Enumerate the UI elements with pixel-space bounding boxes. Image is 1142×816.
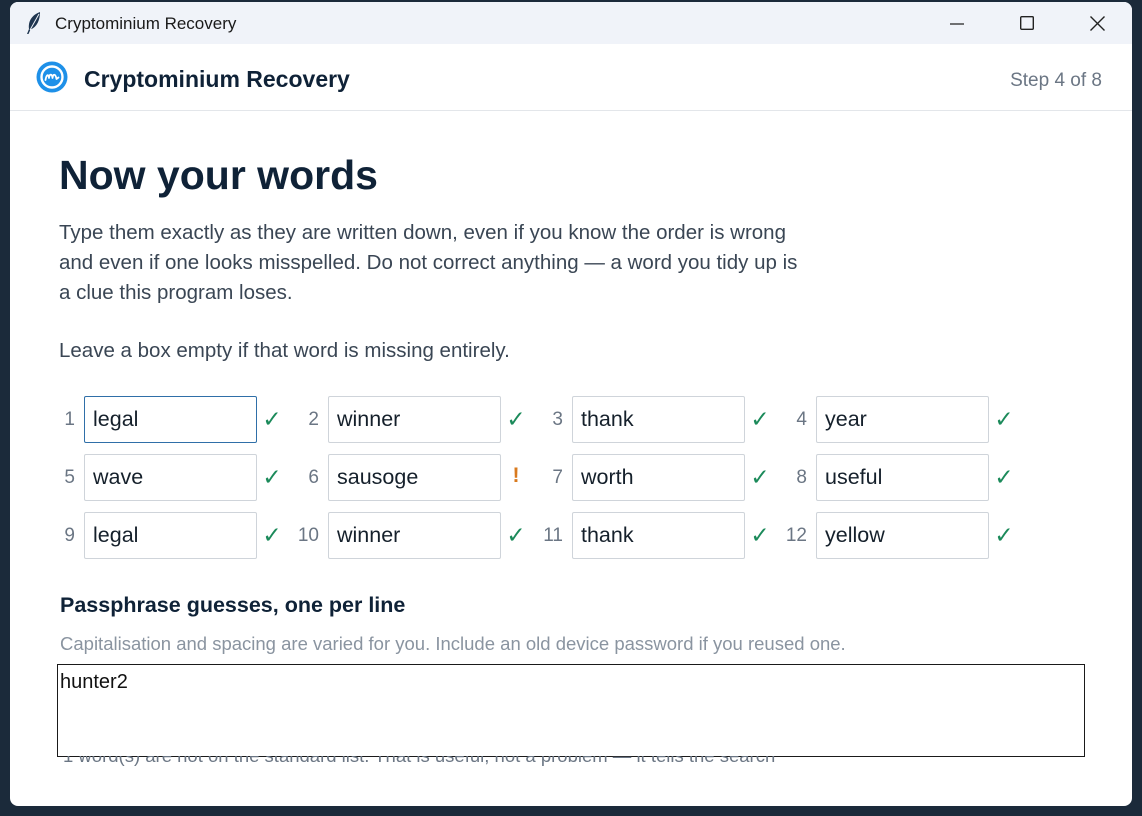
- minimize-button[interactable]: [922, 2, 992, 44]
- word-number: 2: [308, 409, 319, 430]
- word-input-6[interactable]: [328, 454, 501, 501]
- valid-check-icon: ✓: [262, 406, 282, 432]
- instructions-text: Type them exactly as they are written do…: [59, 221, 798, 304]
- word-number: 4: [796, 409, 807, 430]
- valid-check-icon: ✓: [994, 522, 1014, 548]
- page-title: Now your words: [59, 152, 378, 198]
- passphrase-help-text: Capitalisation and spacing are varied fo…: [60, 633, 846, 654]
- step-indicator: Step 4 of 8: [1010, 70, 1102, 91]
- word-input-4[interactable]: [816, 396, 989, 443]
- word-number: 9: [64, 525, 75, 546]
- valid-check-icon: ✓: [506, 522, 526, 548]
- warning-icon: !: [512, 464, 520, 487]
- valid-check-icon: ✓: [994, 464, 1014, 490]
- word-input-5[interactable]: [84, 454, 257, 501]
- word-number: 6: [308, 467, 319, 488]
- app-window: Cryptominium Recovery Cryptominium Recov…: [10, 2, 1132, 806]
- title-bar: Cryptominium Recovery: [10, 2, 1132, 44]
- word-input-7[interactable]: [572, 454, 745, 501]
- unlisted-words-note: 1 word(s) are not on the standard list. …: [63, 756, 775, 767]
- empty-box-note: Leave a box empty if that word is missin…: [59, 339, 510, 362]
- valid-check-icon: ✓: [506, 406, 526, 432]
- valid-check-icon: ✓: [262, 522, 282, 548]
- valid-check-icon: ✓: [262, 464, 282, 490]
- word-number: 8: [796, 467, 807, 488]
- word-input-12[interactable]: [816, 512, 989, 559]
- word-input-2[interactable]: [328, 396, 501, 443]
- valid-check-icon: ✓: [994, 406, 1014, 432]
- valid-check-icon: ✓: [750, 464, 770, 490]
- word-number: 12: [785, 525, 807, 546]
- word-number: 10: [297, 525, 319, 546]
- valid-check-icon: ✓: [750, 406, 770, 432]
- word-number: 3: [552, 409, 563, 430]
- maximize-button[interactable]: [992, 2, 1062, 44]
- word-number: 1: [64, 409, 75, 430]
- cryptominium-logo-icon: [36, 61, 68, 93]
- valid-check-icon: ✓: [750, 522, 770, 548]
- passphrase-section-title: Passphrase guesses, one per line: [60, 593, 406, 617]
- word-input-11[interactable]: [572, 512, 745, 559]
- word-input-8[interactable]: [816, 454, 989, 501]
- app-header: Cryptominium Recovery Step 4 of 8: [10, 44, 1132, 111]
- word-input-1[interactable]: [84, 396, 257, 443]
- feather-icon: [24, 11, 44, 35]
- word-input-3[interactable]: [572, 396, 745, 443]
- window-title: Cryptominium Recovery: [55, 14, 237, 33]
- word-input-10[interactable]: [328, 512, 501, 559]
- close-button[interactable]: [1062, 2, 1132, 44]
- word-number: 5: [64, 467, 75, 488]
- footer-note-clip: 1 word(s) are not on the standard list. …: [63, 756, 963, 776]
- word-number: 11: [543, 525, 563, 546]
- brand-name: Cryptominium Recovery: [84, 66, 350, 92]
- word-number: 7: [552, 467, 563, 488]
- passphrase-textarea[interactable]: hunter2: [57, 664, 1085, 757]
- word-input-9[interactable]: [84, 512, 257, 559]
